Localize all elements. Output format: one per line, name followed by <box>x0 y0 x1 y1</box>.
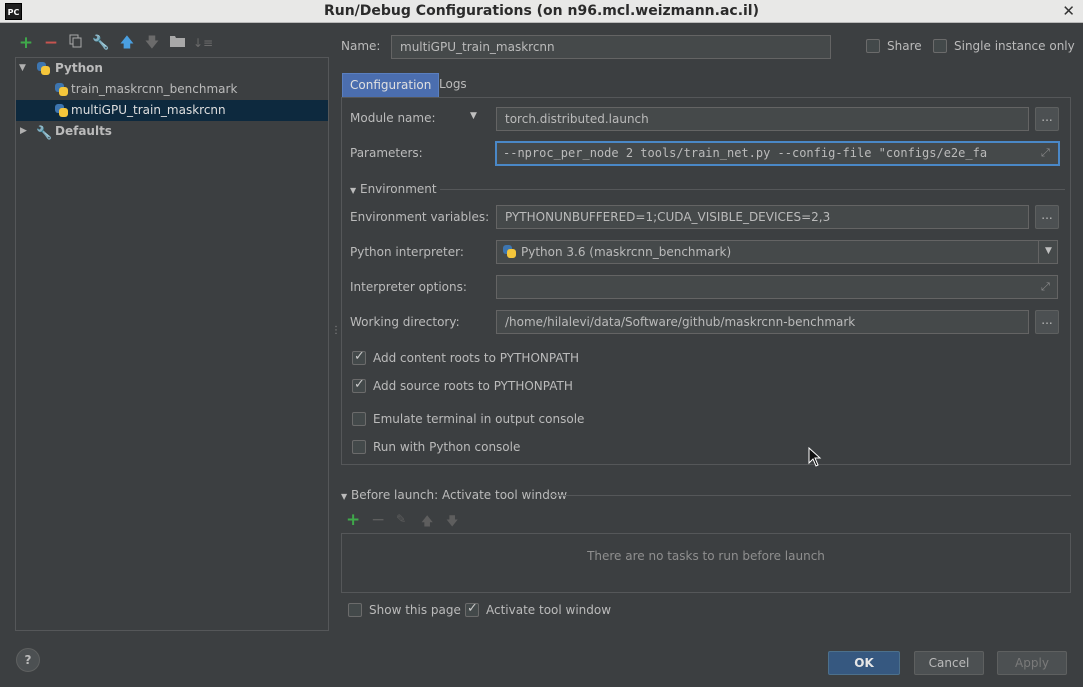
tree-node-python[interactable]: ▼ Python <box>16 58 328 79</box>
show-page-checkbox[interactable] <box>348 603 362 617</box>
activate-tool-window-label: Activate tool window <box>486 603 612 617</box>
tree-toolbar: + − 🔧 🡅 🡇 ↓≡ <box>15 30 329 58</box>
activate-tool-window-checkbox[interactable] <box>465 601 479 617</box>
single-instance-label: Single instance only <box>954 39 1075 53</box>
chevron-down-icon[interactable]: ▼ <box>1038 240 1058 264</box>
move-down-icon[interactable]: 🡇 <box>446 512 458 533</box>
show-page-label: Show this page <box>369 603 461 617</box>
ok-button[interactable]: OK <box>828 651 900 675</box>
working-directory-field[interactable]: /home/hilalevi/data/Software/github/mask… <box>496 310 1029 334</box>
cancel-button[interactable]: Cancel <box>914 651 984 675</box>
interpreter-options-label: Interpreter options: <box>350 280 467 294</box>
title-bar: PC Run/Debug Configurations (on n96.mcl.… <box>0 0 1083 23</box>
interpreter-select[interactable]: Python 3.6 (maskrcnn_benchmark) <box>496 240 1058 264</box>
single-instance-checkbox[interactable] <box>933 39 947 53</box>
remove-icon[interactable]: − <box>371 510 385 530</box>
expand-icon[interactable]: ⤢ <box>1041 280 1050 294</box>
interpreter-label: Python interpreter: <box>350 245 464 259</box>
configurations-tree: ▼ Python train_maskrcnn_benchmark multiG… <box>15 57 329 631</box>
parameters-field[interactable]: --nproc_per_node 2 tools/train_net.py --… <box>495 141 1060 166</box>
tree-node-label: Python <box>55 61 103 75</box>
add-content-roots-label: Add content roots to PYTHONPATH <box>373 351 579 365</box>
section-divider <box>440 189 1065 190</box>
remove-icon[interactable]: − <box>42 34 60 52</box>
move-up-icon[interactable]: 🡅 <box>421 512 433 533</box>
python-icon <box>37 62 50 75</box>
emulate-terminal-checkbox[interactable] <box>352 412 366 426</box>
add-source-roots-checkbox[interactable] <box>352 377 366 393</box>
close-icon[interactable]: ✕ <box>1062 2 1075 20</box>
add-content-roots-checkbox[interactable] <box>352 349 366 365</box>
tab-logs[interactable]: Logs <box>432 73 474 98</box>
copy-icon[interactable] <box>67 34 85 52</box>
folder-icon[interactable] <box>168 34 186 52</box>
python-console-label: Run with Python console <box>373 440 521 454</box>
parameters-label: Parameters: <box>350 146 423 160</box>
env-vars-label: Environment variables: <box>350 210 490 224</box>
module-name-field[interactable]: torch.distributed.launch <box>496 107 1029 131</box>
name-field[interactable]: multiGPU_train_maskrcnn <box>391 35 831 59</box>
help-button[interactable]: ? <box>16 648 40 672</box>
module-type-dropdown-icon[interactable]: ▼ <box>470 111 477 121</box>
before-launch-label: Before launch: Activate tool window <box>350 488 568 502</box>
module-browse-button[interactable]: ... <box>1035 107 1059 131</box>
move-up-icon[interactable]: 🡅 <box>118 34 136 52</box>
apply-button[interactable]: Apply <box>997 651 1067 675</box>
share-checkbox[interactable] <box>866 39 880 53</box>
emulate-terminal-label: Emulate terminal in output console <box>373 412 585 426</box>
tab-configuration[interactable]: Configuration <box>342 73 440 98</box>
splitter-handle[interactable]: ⋮ <box>331 325 341 336</box>
tree-item-multigpu-train-maskrcnn[interactable]: multiGPU_train_maskrcnn <box>16 100 328 121</box>
module-name-label: Module name: <box>350 111 436 125</box>
share-label: Share <box>887 39 922 53</box>
edit-icon[interactable]: ✎ <box>396 512 406 526</box>
python-icon <box>55 104 68 117</box>
python-icon <box>503 245 516 258</box>
tree-item-label: multiGPU_train_maskrcnn <box>71 103 226 117</box>
chevron-right-icon[interactable]: ▶ <box>20 121 27 142</box>
tree-item-label: train_maskrcnn_benchmark <box>71 82 238 96</box>
configurations-panel: + − 🔧 🡅 🡇 ↓≡ ▼ Python train_maskrcnn_ben… <box>15 30 329 631</box>
env-vars-field[interactable]: PYTHONUNBUFFERED=1;CUDA_VISIBLE_DEVICES=… <box>496 205 1029 229</box>
tree-item-train-maskrcnn-benchmark[interactable]: train_maskrcnn_benchmark <box>16 79 328 100</box>
working-directory-label: Working directory: <box>350 315 460 329</box>
expand-icon[interactable]: ⤢ <box>1041 146 1050 160</box>
environment-section-label: Environment <box>359 182 437 196</box>
before-launch-section-title[interactable]: ▼ Before launch: Activate tool window <box>341 488 567 502</box>
env-vars-edit-button[interactable]: ... <box>1035 205 1059 229</box>
working-directory-browse-button[interactable]: ... <box>1035 310 1059 334</box>
defaults-icon: 🔧 <box>36 126 53 141</box>
tree-node-defaults[interactable]: ▶ 🔧 Defaults <box>16 121 328 142</box>
before-launch-list <box>341 533 1071 593</box>
window-title: Run/Debug Configurations (on n96.mcl.wei… <box>323 3 760 19</box>
chevron-down-icon: ▼ <box>350 186 357 195</box>
add-icon[interactable]: + <box>346 510 360 530</box>
sort-icon[interactable]: ↓≡ <box>193 34 213 52</box>
interpreter-options-field[interactable] <box>496 275 1058 299</box>
mouse-cursor-icon <box>808 447 822 467</box>
edit-defaults-icon[interactable]: 🔧 <box>92 34 110 52</box>
python-console-checkbox[interactable] <box>352 440 366 454</box>
add-source-roots-label: Add source roots to PYTHONPATH <box>373 379 573 393</box>
name-label: Name: <box>341 39 381 53</box>
tree-node-label: Defaults <box>55 124 112 138</box>
chevron-down-icon: ▼ <box>341 492 348 501</box>
python-icon <box>55 83 68 96</box>
add-icon[interactable]: + <box>17 34 35 52</box>
section-divider <box>551 495 1071 496</box>
environment-section-title[interactable]: ▼ Environment <box>350 182 437 196</box>
move-down-icon[interactable]: 🡇 <box>143 34 161 52</box>
chevron-down-icon[interactable]: ▼ <box>19 58 26 79</box>
before-launch-empty-text: There are no tasks to run before launch <box>587 549 825 563</box>
